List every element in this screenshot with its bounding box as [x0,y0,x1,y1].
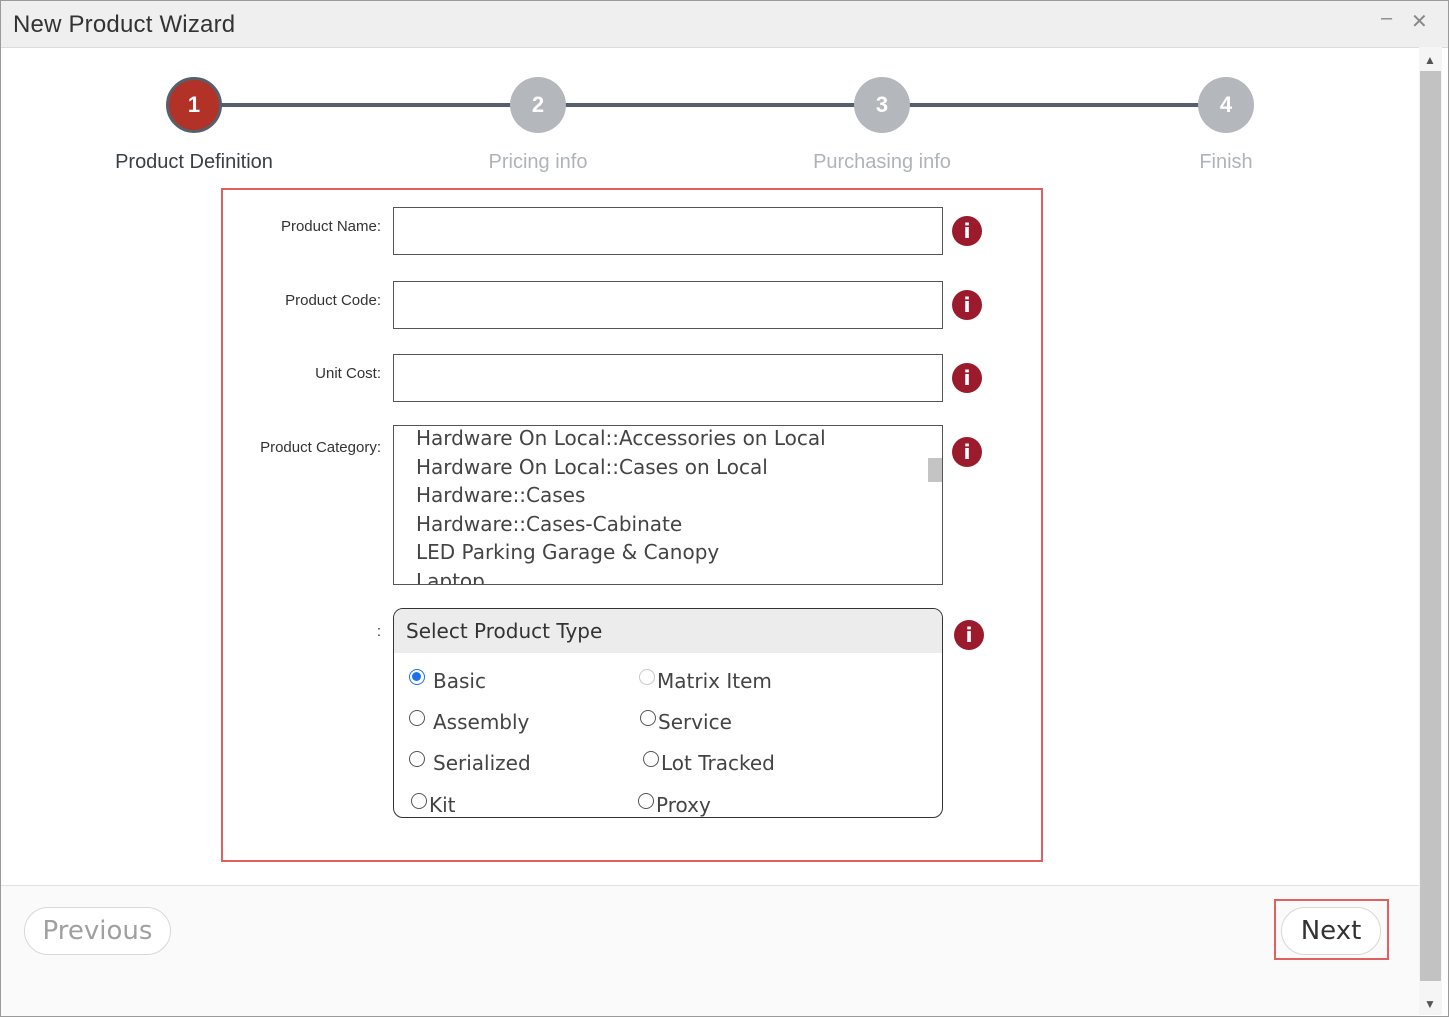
radio-label-lot-tracked[interactable]: Lot Tracked [661,751,775,775]
product-name-label: Product Name: [280,218,381,235]
step-connector [565,103,855,107]
radio-label-assembly[interactable]: Assembly [433,710,529,734]
product-name-input[interactable] [393,207,943,255]
minimize-icon[interactable]: – [1381,7,1392,30]
step-connector [221,103,511,107]
step-2-circle[interactable]: 2 [510,77,566,133]
step-3-label: Purchasing info [813,151,951,173]
radio-label-proxy[interactable]: Proxy [656,793,711,817]
list-item[interactable]: LED Parking Garage & Canopy [416,540,719,564]
list-item[interactable]: Laptop [416,569,485,584]
radio-label-kit[interactable]: Kit [429,793,456,817]
close-icon[interactable]: ✕ [1411,9,1428,34]
product-code-input[interactable] [393,281,943,329]
step-4-label: Finish [1199,151,1253,173]
unit-cost-input[interactable] [393,354,943,402]
step-1-label: Product Definition [115,151,273,173]
radio-label-matrix-item: Matrix Item [657,669,772,693]
previous-button[interactable]: Previous [24,907,171,955]
radio-basic[interactable] [409,669,425,685]
title-bar: New Product Wizard – ✕ [1,1,1448,48]
product-type-label: : [376,623,381,640]
product-category-label: Product Category: [260,439,381,456]
product-code-label: Product Code: [285,292,381,309]
step-3-circle[interactable]: 3 [854,77,910,133]
list-item[interactable]: Hardware On Local::Accessories on Local [416,426,826,450]
product-type-group: Select Product Type Basic Matrix Item As… [393,608,943,818]
step-4-circle[interactable]: 4 [1198,77,1254,133]
radio-serialized[interactable] [409,751,425,767]
unit-cost-label: Unit Cost: [315,365,381,382]
next-button[interactable]: Next [1281,907,1381,955]
info-icon[interactable]: i [952,290,982,320]
wizard-window: New Product Wizard – ✕ 1 2 3 4 Product D… [0,0,1449,1017]
radio-proxy[interactable] [638,793,654,809]
list-item[interactable]: Hardware On Local::Cases on Local [416,455,768,479]
radio-label-serialized[interactable]: Serialized [433,751,531,775]
wizard-footer [1,886,1419,1016]
step-1-circle[interactable]: 1 [166,77,222,133]
radio-lot-tracked[interactable] [643,751,659,767]
radio-kit[interactable] [411,793,427,809]
list-item[interactable]: Hardware::Cases-Cabinate [416,512,682,536]
product-category-listbox[interactable]: Hardware On Local::Accessories on Local … [393,425,943,585]
scroll-down-arrow-icon[interactable]: ▼ [1424,997,1436,1011]
list-item[interactable]: Hardware::Cases [416,483,585,507]
info-icon[interactable]: i [952,437,982,467]
radio-matrix-item [639,669,655,685]
radio-label-service[interactable]: Service [658,710,732,734]
step-connector [909,103,1199,107]
info-icon[interactable]: i [954,620,984,650]
product-type-header-text: Select Product Type [406,619,603,643]
radio-service[interactable] [640,710,656,726]
step-2-label: Pricing info [488,151,588,173]
vertical-scrollbar-thumb[interactable] [1420,71,1441,981]
radio-label-basic[interactable]: Basic [433,669,486,693]
info-icon[interactable]: i [952,363,982,393]
radio-assembly[interactable] [409,710,425,726]
info-icon[interactable]: i [952,216,982,246]
scroll-up-arrow-icon[interactable]: ▲ [1424,53,1436,67]
window-title: New Product Wizard [13,11,236,38]
product-type-header: Select Product Type [394,609,942,653]
listbox-scrollbar-thumb[interactable] [928,458,942,482]
